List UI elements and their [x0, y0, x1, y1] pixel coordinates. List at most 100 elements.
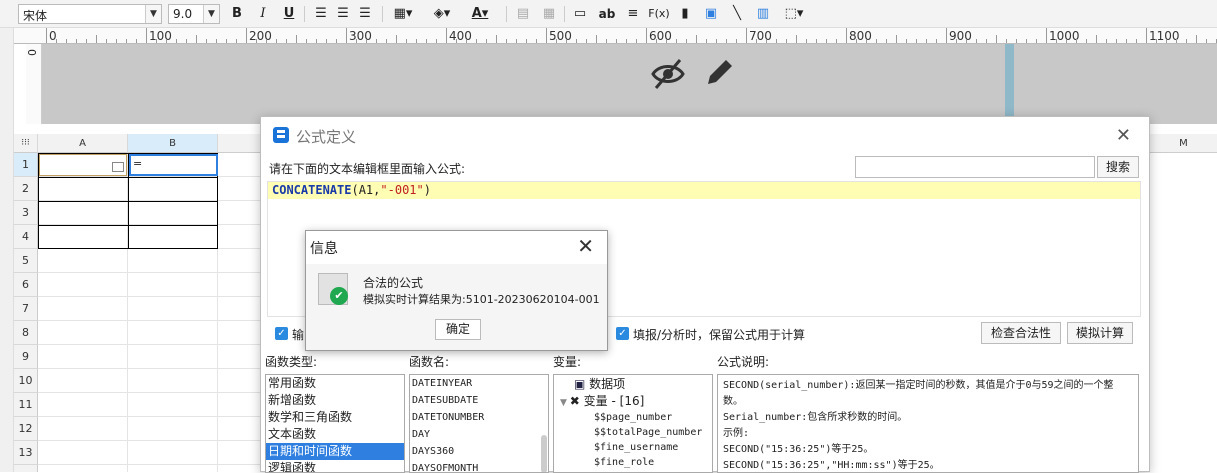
underline-button[interactable]: U: [280, 4, 298, 24]
edit-pencil-icon[interactable]: [702, 56, 736, 90]
cell-b1[interactable]: =: [129, 154, 218, 176]
column-header-m[interactable]: M: [1150, 134, 1217, 153]
fill-color-icon[interactable]: ◈▾: [426, 4, 458, 24]
grid-cell[interactable]: [128, 273, 218, 297]
grid-cell[interactable]: [38, 273, 128, 297]
italic-button[interactable]: I: [254, 4, 272, 24]
grid-cell[interactable]: [128, 393, 218, 417]
font-color-icon[interactable]: A▾: [464, 4, 496, 24]
row-header[interactable]: 14: [14, 465, 38, 472]
check-validity-button[interactable]: 检查合法性: [981, 322, 1061, 344]
function-type-item[interactable]: 逻辑函数: [266, 460, 404, 472]
paragraph-icon[interactable]: ≡: [624, 4, 642, 24]
cell-a1[interactable]: [39, 154, 127, 176]
function-type-item[interactable]: 文本函数: [266, 426, 404, 443]
row-header[interactable]: 12: [14, 417, 38, 441]
grid-cell[interactable]: [38, 249, 128, 273]
variable-item[interactable]: $fine_username: [554, 440, 712, 455]
function-type-item[interactable]: 日期和时间函数: [266, 443, 404, 460]
widget-icon[interactable]: ▥: [754, 4, 772, 24]
checkbox-left[interactable]: ✓: [275, 327, 288, 340]
bold-button[interactable]: B: [228, 4, 246, 24]
grid-cell[interactable]: [128, 249, 218, 273]
merge-cells-icon[interactable]: ▤: [514, 4, 532, 24]
column-header-b[interactable]: B: [128, 134, 218, 153]
column-header-a[interactable]: A: [38, 134, 128, 153]
border-icon[interactable]: ▦▾: [388, 4, 418, 24]
function-types-list[interactable]: 常用函数 新增函数 数学和三角函数 文本函数 日期和时间函数 逻辑函数: [265, 374, 405, 473]
grid-cell[interactable]: [38, 345, 128, 369]
grid-cell[interactable]: [128, 297, 218, 321]
close-icon[interactable]: ✕: [577, 234, 594, 258]
row-header[interactable]: 3: [14, 201, 38, 225]
variable-item[interactable]: $fine_role: [554, 455, 712, 470]
row-header[interactable]: 4: [14, 225, 38, 249]
function-name-item[interactable]: DATESUBDATE: [410, 392, 548, 409]
row-header[interactable]: 9: [14, 345, 38, 369]
variables-tree[interactable]: ▣ 数据项 ▼ ✖ 变量 - [16] $$page_number $$total…: [553, 374, 713, 473]
grid-cell[interactable]: [38, 321, 128, 345]
row-header[interactable]: 1: [14, 153, 38, 177]
scrollbar-thumb[interactable]: [541, 435, 547, 472]
variable-item[interactable]: $$totalPage_number: [554, 425, 712, 440]
grid-cell[interactable]: [128, 345, 218, 369]
tree-item-data[interactable]: ▣ 数据项: [554, 376, 712, 393]
function-type-item[interactable]: 数学和三角函数: [266, 409, 404, 426]
column-header-c[interactable]: [218, 134, 262, 153]
row-header[interactable]: 7: [14, 297, 38, 321]
formula-text-line[interactable]: CONCATENATE(A1,"-001"): [268, 182, 1140, 199]
grid-cell[interactable]: [128, 417, 218, 441]
chart-icon[interactable]: ▮: [676, 4, 694, 24]
split-cells-icon[interactable]: ▦: [540, 4, 558, 24]
row-header[interactable]: 10: [14, 369, 38, 393]
function-name-item[interactable]: DAYSOFMONTH: [410, 460, 548, 472]
grid-cell[interactable]: [38, 465, 128, 472]
align-left-icon[interactable]: ☰: [312, 4, 330, 24]
function-name-item[interactable]: DATEINYEAR: [410, 375, 548, 392]
row-header[interactable]: 13: [14, 441, 38, 465]
keep-formula-checkbox[interactable]: ✓: [616, 327, 629, 340]
function-type-item[interactable]: 常用函数: [266, 375, 404, 392]
chevron-down-icon[interactable]: ▼: [145, 5, 161, 23]
row-header[interactable]: 2: [14, 177, 38, 201]
row-header[interactable]: 6: [14, 273, 38, 297]
formula-tool-button[interactable]: F(x): [648, 4, 670, 24]
slash-line-icon[interactable]: ╲: [728, 4, 746, 24]
function-name-item[interactable]: DATETONUMBER: [410, 409, 548, 426]
function-search-input[interactable]: [855, 156, 1095, 178]
insert-row-icon[interactable]: ▭: [570, 4, 590, 24]
grid-cell[interactable]: [128, 465, 218, 472]
function-name-item[interactable]: DAY: [410, 426, 548, 443]
align-center-icon[interactable]: ☰: [334, 4, 352, 24]
simulate-button[interactable]: 模拟计算: [1067, 322, 1133, 344]
align-right-icon[interactable]: ☰: [356, 4, 374, 24]
grid-cell[interactable]: [38, 393, 128, 417]
grid-cell[interactable]: [128, 321, 218, 345]
variable-item[interactable]: $$page_number: [554, 410, 712, 425]
grid-cell[interactable]: [128, 369, 218, 393]
function-name-item[interactable]: DAYS360: [410, 443, 548, 460]
row-header[interactable]: 11: [14, 393, 38, 417]
select-all-corner[interactable]: ⁝⁝⁝: [14, 134, 38, 153]
search-button[interactable]: 搜索: [1097, 156, 1139, 178]
function-names-list[interactable]: DATEINYEAR DATESUBDATE DATETONUMBER DAY DAYS…: [409, 374, 549, 473]
chevron-down-icon[interactable]: ▼: [560, 398, 570, 408]
grid-cell[interactable]: [38, 369, 128, 393]
image-icon[interactable]: ▣: [702, 4, 720, 24]
font-size-select[interactable]: 9.0 ▼: [168, 4, 220, 24]
tree-item-variables[interactable]: ▼ ✖ 变量 - [16]: [554, 393, 712, 410]
row-header[interactable]: 5: [14, 249, 38, 273]
grid-cell[interactable]: [38, 297, 128, 321]
grid-cell[interactable]: [38, 441, 128, 465]
font-family-select[interactable]: 宋体 ▼: [18, 4, 162, 24]
ok-button[interactable]: 确定: [435, 319, 481, 340]
grid-cell[interactable]: [128, 441, 218, 465]
row-header[interactable]: 8: [14, 321, 38, 345]
function-type-item[interactable]: 新增函数: [266, 392, 404, 409]
hidden-eye-icon[interactable]: [650, 56, 686, 92]
close-icon[interactable]: ✕: [1116, 125, 1131, 146]
grid-cell[interactable]: [38, 417, 128, 441]
chevron-down-icon[interactable]: ▼: [203, 5, 219, 23]
frame-icon[interactable]: ⬚▾: [780, 4, 808, 24]
text-tool-button[interactable]: ab: [596, 4, 618, 24]
